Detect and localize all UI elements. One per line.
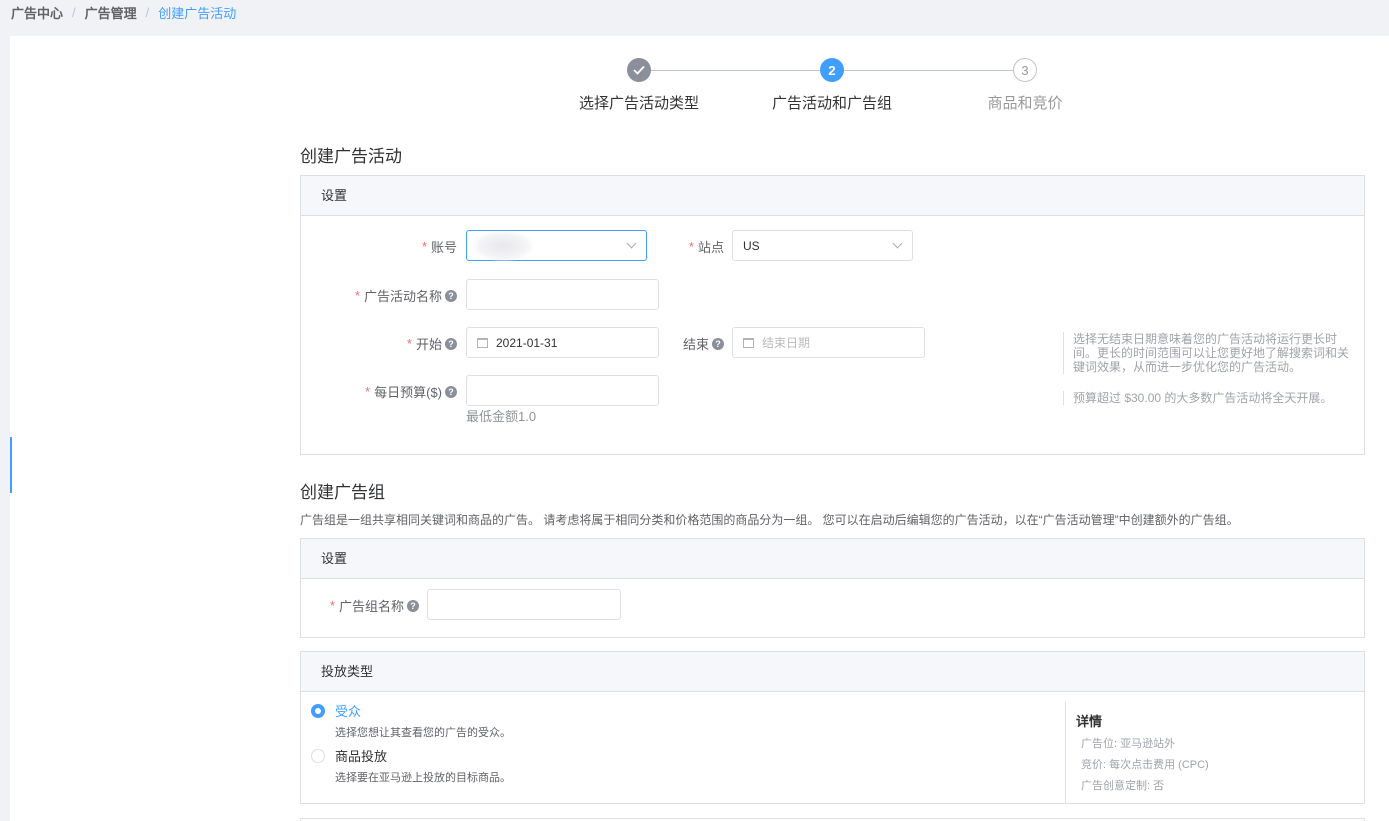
breadcrumb-separator: / [72,5,76,20]
radio-product-targeting[interactable]: 商品投放 选择要在亚马逊上投放的目标商品。 [311,746,511,785]
budget-hint: 预算超过 $30.00 的大多数广告活动将全天开展。 [1063,391,1355,405]
daily-budget-input[interactable] [466,375,659,406]
step-1-label: 选择广告活动类型 [578,95,700,112]
campaign-settings-header: 设置 [301,176,1364,216]
adgroup-name-input[interactable] [427,589,621,620]
progress-steps: 2 3 选择广告活动类型 广告活动和广告组 商品和竞价 [10,36,1389,126]
adgroup-name-label: * 广告组名称 ? [330,596,419,615]
detail-bidding: 竞价: 每次点击费用 (CPC) [1081,759,1209,771]
chevron-down-icon [892,238,903,249]
min-budget-tip: 最低金额1.0 [466,409,537,424]
start-date-picker[interactable]: 2021-01-31 [466,327,659,358]
campaign-name-input[interactable] [466,279,659,310]
question-circle-icon[interactable]: ? [407,599,419,612]
breadcrumb: 广告中心 / 广告管理 / 创建广告活动 [11,3,236,22]
account-select[interactable] [466,230,647,261]
detail-ad-placement: 广告位: 亚马逊站外 [1081,738,1176,750]
question-circle-icon[interactable]: ? [712,337,724,350]
end-date-label: 结束 ? [683,334,724,353]
campaign-name-label: * 广告活动名称 ? [355,286,457,305]
breadcrumb-ad-management[interactable]: 广告管理 [85,3,137,22]
targeting-details-panel: 详情 广告位: 亚马逊站外 竞价: 每次点击费用 (CPC) 广告创意定制: 否 [1065,702,1355,804]
main-panel: 2 3 选择广告活动类型 广告活动和广告组 商品和竞价 创建广告活动 设置 * … [10,36,1389,821]
calendar-icon [477,337,488,348]
step-2-indicator: 2 [820,58,844,82]
step-1-check-icon [627,58,651,82]
radio-audience-desc: 选择您想让其查看您的广告的受众。 [335,727,511,739]
detail-creative-custom: 广告创意定制: 否 [1081,780,1165,792]
step-connector [843,70,1013,71]
sidebar-collapse-handle[interactable] [10,437,12,493]
end-date-picker[interactable]: 结束日期 [732,327,925,358]
adgroup-description: 广告组是一组共享相同关键词和商品的广告。 请考虑将属于相同分类和价格范围的商品分… [300,513,1239,527]
breadcrumb-ad-center[interactable]: 广告中心 [11,3,63,22]
question-circle-icon[interactable]: ? [445,289,457,302]
targeting-type-header: 投放类型 [301,652,1364,692]
calendar-icon [743,337,754,348]
campaign-settings-card: 设置 * 账号 * 站点 US * 广告活动名称 ? * 开始 ? 2021-0… [300,175,1365,455]
daily-budget-label: * 每日预算($) ? [365,382,457,401]
redacted-account-value [473,230,533,261]
adgroup-section-title: 创建广告组 [300,483,385,502]
start-date-label: * 开始 ? [407,334,457,353]
radio-product-title: 商品投放 [335,749,388,764]
targeting-type-card: 投放类型 受众 选择您想让其查看您的广告的受众。 商品投放 选择要在亚马逊上投放… [300,651,1365,804]
account-label: * 账号 [421,239,457,255]
campaign-section-title: 创建广告活动 [300,147,402,166]
adgroup-settings-card: 设置 * 广告组名称 ? [300,538,1365,638]
step-3-indicator: 3 [1013,58,1037,82]
radio-product-desc: 选择要在亚马逊上投放的目标商品。 [335,772,511,784]
radio-unchecked-icon[interactable] [311,749,325,763]
chevron-down-icon [626,238,637,249]
end-date-hint: 选择无结束日期意味着您的广告活动将运行更长时间。更长的时间范围可以让您更好地了解… [1063,332,1355,374]
site-label: * 站点 [688,239,724,255]
step-connector [650,70,820,71]
question-circle-icon[interactable]: ? [445,337,457,350]
step-3-label: 商品和竞价 [987,95,1063,112]
breadcrumb-create-campaign: 创建广告活动 [158,6,237,21]
breadcrumb-separator: / [145,5,150,20]
details-title: 详情 [1076,714,1103,729]
site-select[interactable]: US [732,230,913,261]
question-circle-icon[interactable]: ? [445,385,457,398]
radio-audience[interactable]: 受众 选择您想让其查看您的广告的受众。 [311,701,511,740]
radio-checked-icon[interactable] [311,704,325,718]
radio-audience-title: 受众 [335,704,362,719]
step-2-label: 广告活动和广告组 [771,95,893,112]
adgroup-settings-header: 设置 [301,539,1364,579]
